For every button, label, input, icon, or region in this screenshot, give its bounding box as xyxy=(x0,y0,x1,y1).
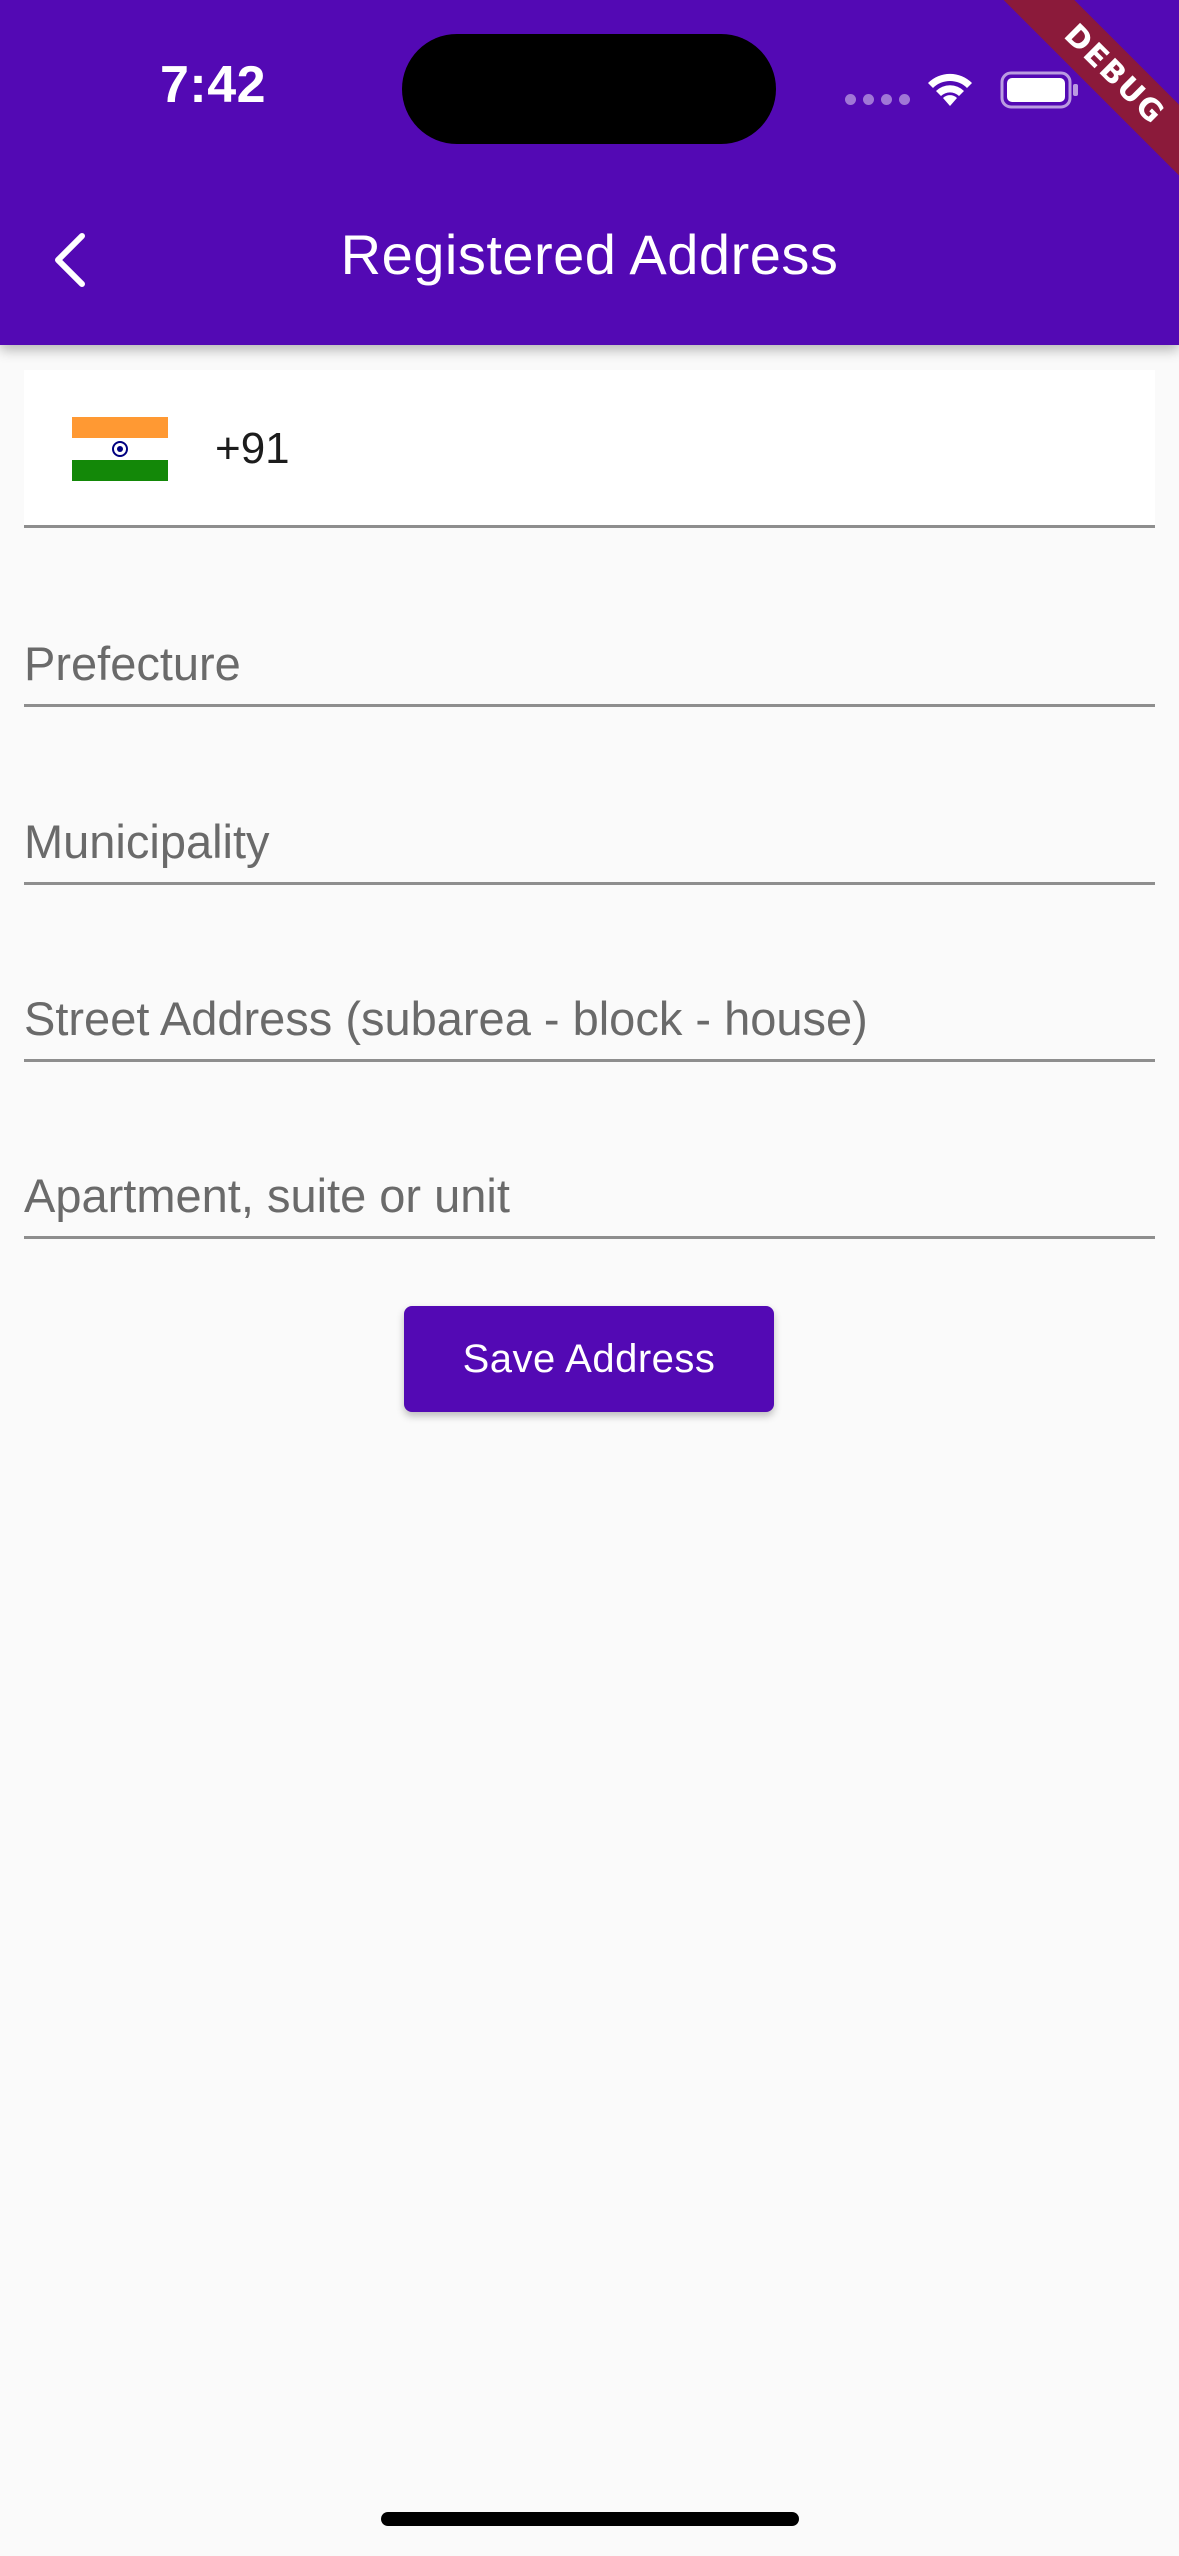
screen: 7:42 Registered Address DEBUG +91 Prefec… xyxy=(0,0,1179,2556)
municipality-placeholder: Municipality xyxy=(24,815,270,868)
debug-banner-label: DEBUG xyxy=(990,0,1179,199)
home-indicator[interactable] xyxy=(381,2512,799,2526)
cellular-signal-icon xyxy=(845,94,910,105)
india-flag-icon xyxy=(72,417,168,481)
dynamic-island xyxy=(402,34,776,144)
debug-banner: DEBUG xyxy=(979,0,1179,200)
apartment-field[interactable]: Apartment, suite or unit xyxy=(24,1144,1155,1239)
dial-code: +91 xyxy=(215,424,290,473)
page-title: Registered Address xyxy=(340,223,839,286)
street-address-field[interactable]: Street Address (subarea - block - house) xyxy=(24,967,1155,1062)
country-code-picker[interactable]: +91 xyxy=(24,370,1155,528)
save-address-button[interactable]: Save Address xyxy=(404,1306,774,1412)
apartment-placeholder: Apartment, suite or unit xyxy=(24,1169,510,1222)
status-time: 7:42 xyxy=(160,56,267,114)
municipality-field[interactable]: Municipality xyxy=(24,790,1155,885)
street-address-placeholder: Street Address (subarea - block - house) xyxy=(24,992,868,1045)
prefecture-placeholder: Prefecture xyxy=(24,637,241,690)
prefecture-field[interactable]: Prefecture xyxy=(24,612,1155,707)
wifi-icon xyxy=(928,73,972,106)
